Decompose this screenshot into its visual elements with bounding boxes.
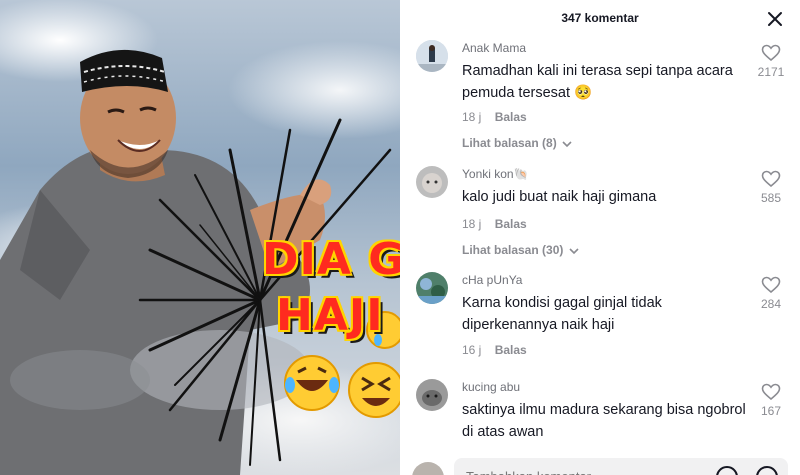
chevron-down-icon	[562, 141, 572, 147]
comment-input[interactable]	[454, 458, 788, 475]
heart-icon	[761, 383, 781, 401]
video-caption-line2: HAJI	[276, 290, 384, 341]
view-replies-label: Lihat balasan (8)	[462, 136, 557, 150]
comment-username[interactable]: kucing abu	[462, 380, 520, 394]
comment-meta: 16 j Balas	[462, 343, 537, 357]
comment-input-bar	[400, 454, 800, 475]
avatar-image	[416, 272, 448, 304]
grinning-squint-emoji-icon	[348, 362, 400, 418]
close-icon	[768, 12, 782, 26]
reply-button[interactable]: Balas	[495, 343, 527, 357]
comment-time: 18 j	[462, 217, 482, 231]
avatar[interactable]	[416, 379, 448, 411]
avatar[interactable]	[416, 272, 448, 304]
view-replies-button[interactable]: Lihat balasan (8)	[462, 136, 572, 150]
comment-text: kalo judi buat naik haji gimana	[462, 189, 657, 205]
avatar[interactable]	[416, 166, 448, 198]
comment-username[interactable]: cHa pUnYa	[462, 273, 522, 287]
heart-icon	[761, 170, 781, 188]
like-count: 585	[760, 191, 782, 205]
chevron-down-icon	[569, 248, 579, 254]
close-button[interactable]	[766, 10, 784, 28]
like-count: 284	[760, 297, 782, 311]
like-button[interactable]: 284	[756, 276, 786, 311]
avatar-image	[416, 166, 448, 198]
like-button[interactable]: 585	[756, 170, 786, 205]
comment-meta: 18 j Balas	[462, 217, 537, 231]
comments-header: 347 komentar	[400, 0, 800, 38]
comment-time: 16 j	[462, 343, 482, 357]
like-button[interactable]: 167	[756, 383, 786, 418]
avatar-image	[416, 40, 448, 72]
comment-count-title: 347 komentar	[561, 11, 639, 25]
comment-username[interactable]: Anak Mama	[462, 41, 526, 55]
laughing-emoji-icon	[284, 355, 340, 411]
comment-time: 18 j	[462, 110, 482, 124]
reply-button[interactable]: Balas	[495, 110, 527, 124]
avatar[interactable]	[416, 40, 448, 72]
view-replies-button[interactable]: Lihat balasan (30)	[462, 243, 579, 257]
comment-meta: 18 j Balas	[462, 110, 537, 124]
reply-button[interactable]: Balas	[495, 217, 527, 231]
comment-text: saktinya ilmu madura sekarang bisa ngobr…	[462, 402, 746, 440]
comment-username[interactable]: Yonki kon🐚	[462, 167, 529, 181]
comment-text: Karna kondisi gagal ginjal tidak diperke…	[462, 295, 662, 333]
comments-panel: 347 komentar Anak Mama Ramadhan kali ini…	[400, 0, 800, 475]
video-frame[interactable]: DIA GAGA HAJI	[0, 0, 400, 475]
video-caption-line1: DIA GAGA	[262, 234, 400, 285]
like-count: 2171	[757, 65, 785, 79]
view-replies-label: Lihat balasan (30)	[462, 243, 564, 257]
heart-icon	[761, 44, 781, 62]
like-count: 167	[760, 404, 782, 418]
heart-icon	[761, 276, 781, 294]
like-button[interactable]: 2171	[756, 44, 786, 79]
comment-text: Ramadhan kali ini terasa sepi tanpa acar…	[462, 63, 733, 101]
avatar-image	[416, 379, 448, 411]
current-user-avatar	[412, 462, 444, 475]
